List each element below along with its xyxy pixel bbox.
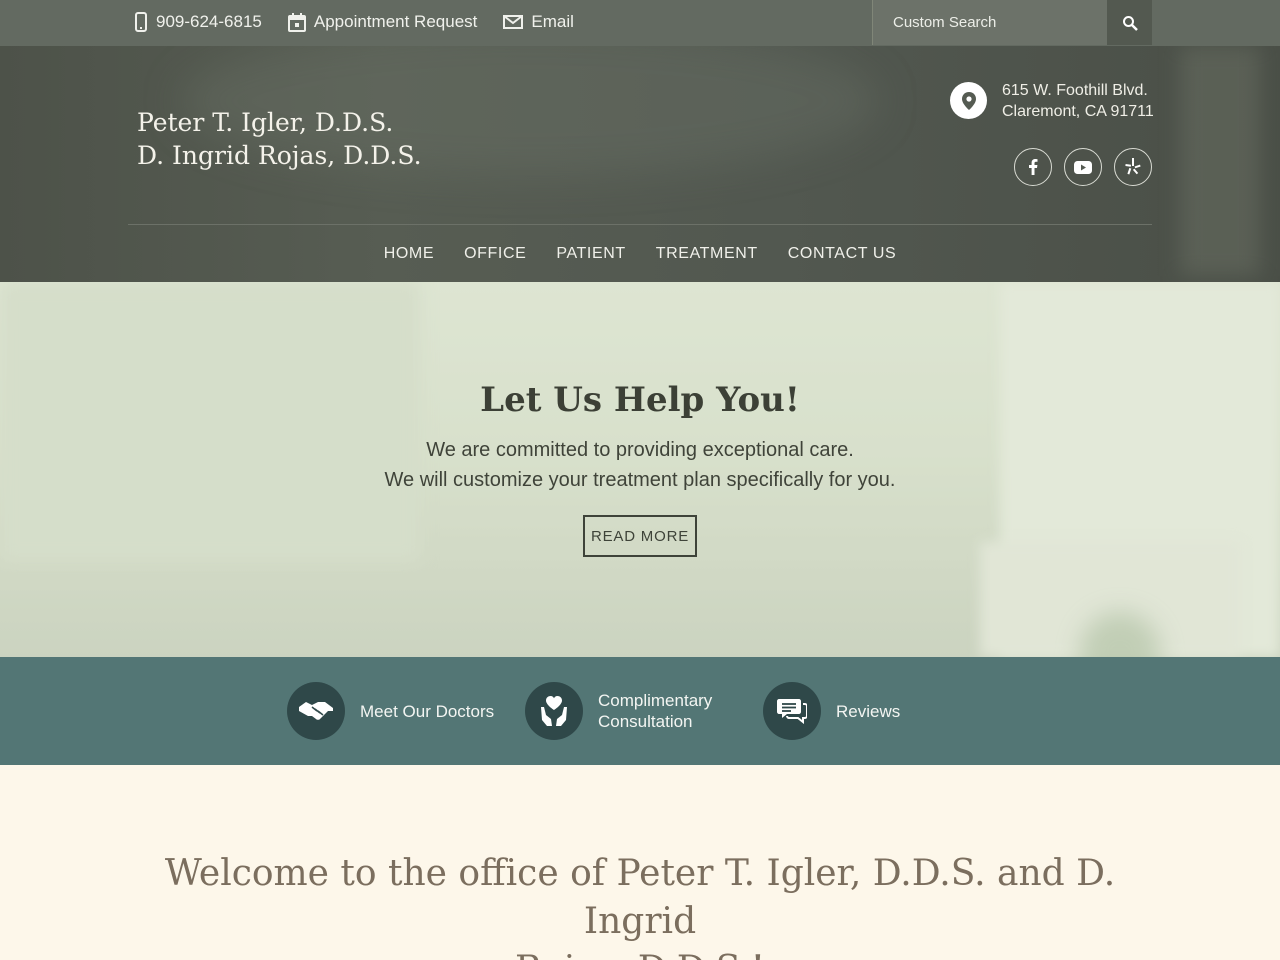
handshake-icon (287, 682, 345, 740)
yelp-icon (1125, 158, 1141, 175)
main-nav: HOME OFFICE PATIENT TREATMENT CONTACT US (0, 225, 1280, 282)
facebook-icon (1029, 159, 1038, 175)
yelp-button[interactable] (1114, 148, 1152, 186)
mobile-phone-icon (135, 12, 147, 32)
top-links: 909-624-6815 Appointment Request Email (134, 0, 600, 44)
calendar-icon (287, 12, 306, 32)
welcome-heading-line-1: Welcome to the office of Peter T. Igler,… (164, 853, 1116, 942)
email-link[interactable]: Email (503, 12, 574, 32)
phone-number: 909-624-6815 (156, 12, 262, 31)
search-icon (1122, 15, 1138, 31)
consultation-label: Complimentary Consultation (598, 690, 712, 732)
practice-logo[interactable]: Peter T. Igler, D.D.S. D. Ingrid Rojas, … (137, 106, 422, 172)
hero-title: Let Us Help You! (480, 380, 800, 420)
appointment-link[interactable]: Appointment Request (287, 12, 478, 32)
nav-item-patient[interactable]: PATIENT (556, 245, 625, 263)
address-line-2: Claremont, CA 91711 (1002, 103, 1154, 120)
hero-text-line-1: We are committed to providing exceptiona… (426, 439, 854, 461)
hero-banner: Let Us Help You! We are committed to pro… (0, 282, 1280, 657)
search-form: Custom Search (872, 0, 1152, 45)
nav-item-home[interactable]: HOME (384, 245, 434, 263)
youtube-button[interactable] (1064, 148, 1102, 186)
hero-text-line-2: We will customize your treatment plan sp… (384, 469, 896, 491)
map-pin-icon (950, 82, 987, 119)
read-more-button[interactable]: READ MORE (583, 515, 697, 557)
nav-item-office[interactable]: OFFICE (464, 245, 526, 263)
welcome-heading: Welcome to the office of Peter T. Igler,… (120, 850, 1160, 960)
feature-band: Meet Our Doctors Complimentary Consultat… (0, 657, 1280, 765)
nav-item-treatment[interactable]: TREATMENT (656, 245, 758, 263)
phone-link[interactable]: 909-624-6815 (134, 12, 262, 32)
nav-item-contact-us[interactable]: CONTACT US (788, 245, 897, 263)
site-header: Peter T. Igler, D.D.S. D. Ingrid Rojas, … (0, 46, 1280, 282)
top-bar: 909-624-6815 Appointment Request Email C… (0, 0, 1280, 46)
complimentary-consultation-link[interactable]: Complimentary Consultation (525, 682, 712, 740)
reviews-label: Reviews (836, 701, 901, 721)
email-label: Email (531, 12, 574, 31)
welcome-section: Welcome to the office of Peter T. Igler,… (0, 765, 1280, 960)
youtube-icon (1074, 160, 1092, 174)
address-line-1: 615 W. Foothill Blvd. (1002, 82, 1148, 99)
chat-bubbles-icon (763, 682, 821, 740)
envelope-icon (503, 15, 524, 29)
address-text: 615 W. Foothill Blvd. Claremont, CA 9171… (1002, 80, 1154, 122)
consultation-line-1: Complimentary (598, 691, 713, 710)
consultation-line-2: Consultation (598, 712, 693, 731)
heart-hands-icon (525, 682, 583, 740)
logo-line-2: D. Ingrid Rojas, D.D.S. (137, 141, 422, 170)
appointment-label: Appointment Request (313, 12, 478, 31)
search-placeholder: Custom Search (893, 14, 997, 31)
meet-our-doctors-link[interactable]: Meet Our Doctors (287, 682, 494, 740)
reviews-link[interactable]: Reviews (763, 682, 900, 740)
logo-line-1: Peter T. Igler, D.D.S. (137, 108, 394, 137)
search-input[interactable]: Custom Search (872, 0, 1107, 45)
facebook-button[interactable] (1014, 148, 1052, 186)
meet-our-doctors-label: Meet Our Doctors (360, 701, 495, 721)
welcome-heading-line-2: Rojas, D.D.S.! (515, 949, 765, 960)
address-block[interactable]: 615 W. Foothill Blvd. Claremont, CA 9171… (950, 80, 1154, 122)
social-links (1014, 148, 1164, 186)
search-button[interactable] (1107, 0, 1152, 45)
